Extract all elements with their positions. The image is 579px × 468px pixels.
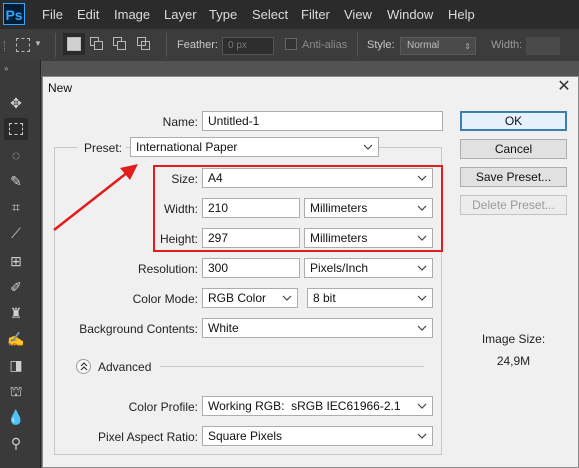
menu-help[interactable]: Help <box>448 7 475 22</box>
options-bar: ▼ Feather: 0 px Anti-alias Style: Normal… <box>0 28 579 61</box>
add-selection-icon[interactable] <box>90 37 104 51</box>
new-selection-icon <box>67 37 81 51</box>
close-icon[interactable]: ✕ <box>555 78 573 96</box>
marquee-tool-icon[interactable] <box>16 38 30 52</box>
tool-preset-dropdown-icon[interactable]: ▼ <box>34 39 42 48</box>
history-brush-tool-icon[interactable]: ✍ <box>4 328 28 350</box>
color-profile-value: Working RGB: sRGB IEC61966-2.1 <box>208 399 401 413</box>
antialias-label: Anti-alias <box>302 39 348 51</box>
width-input[interactable] <box>526 37 560 55</box>
eyedropper-tool-icon[interactable]: ⟋ <box>4 222 28 244</box>
resolution-label: Resolution: <box>137 262 198 276</box>
chevron-down-icon <box>417 295 427 301</box>
advanced-label: Advanced <box>98 360 152 374</box>
color-mode-label: Color Mode: <box>132 292 198 306</box>
rect-marquee-tool-icon[interactable] <box>4 118 28 140</box>
background-contents-select[interactable]: White <box>202 318 433 338</box>
feather-input[interactable]: 0 px <box>222 37 274 55</box>
menu-filter[interactable]: Filter <box>301 7 330 22</box>
bit-depth-value: 8 bit <box>313 291 336 305</box>
cancel-button[interactable]: Cancel <box>460 139 567 159</box>
image-size-value: 24,9M <box>496 354 531 368</box>
red-arrow-icon <box>53 164 138 231</box>
blur-tool-icon[interactable]: 💧 <box>4 406 28 428</box>
tools-panel: » ✥ ◌ ✎ ⌗ ⟋ ⊞ ✐ ♜ ✍ ◨ ⛫ 💧 ⚲ <box>0 60 41 468</box>
crop-tool-icon[interactable]: ⌗ <box>4 196 28 218</box>
antialias-checkbox[interactable] <box>285 38 297 50</box>
resolution-unit-value: Pixels/Inch <box>310 261 369 275</box>
width-label: Width: <box>491 39 523 51</box>
resolution-unit-select[interactable]: Pixels/Inch <box>304 258 433 278</box>
preset-select-value: International Paper <box>136 140 238 154</box>
chevron-down-icon <box>282 295 292 301</box>
quick-selection-tool-icon[interactable]: ✎ <box>4 170 28 192</box>
preset-select[interactable]: International Paper <box>130 137 379 157</box>
healing-brush-tool-icon[interactable]: ⊞ <box>4 250 28 272</box>
style-select-value: Normal <box>407 40 440 51</box>
color-mode-value: RGB Color <box>208 291 267 305</box>
save-preset-button[interactable]: Save Preset... <box>460 167 567 187</box>
ok-button[interactable]: OK <box>460 111 567 131</box>
menu-view[interactable]: View <box>344 7 372 22</box>
highlight-box <box>153 165 443 252</box>
eraser-tool-icon[interactable]: ◨ <box>4 354 28 376</box>
bit-depth-select[interactable]: 8 bit <box>307 288 433 308</box>
menu-file[interactable]: File <box>42 7 63 22</box>
divider <box>166 33 167 57</box>
menu-select[interactable]: Select <box>252 7 288 22</box>
chevron-down-icon <box>417 403 427 409</box>
resolution-input[interactable]: 300 <box>202 258 300 278</box>
lasso-tool-icon[interactable]: ◌ <box>4 144 28 166</box>
menu-edit[interactable]: Edit <box>77 7 99 22</box>
paint-bucket-tool-icon[interactable]: ⛫ <box>4 380 28 402</box>
collapse-panel-icon[interactable]: » <box>4 64 8 73</box>
photoshop-logo: Ps <box>3 3 25 25</box>
chevron-down-icon <box>363 144 373 150</box>
image-size-label: Image Size: <box>481 332 546 346</box>
divider <box>357 33 358 57</box>
menu-image[interactable]: Image <box>114 7 150 22</box>
style-select[interactable]: Normal ⇕ <box>400 37 476 55</box>
background-contents-value: White <box>208 321 239 335</box>
pixel-aspect-ratio-select[interactable]: Square Pixels <box>202 426 433 446</box>
name-label: Name: <box>162 115 198 129</box>
menu-layer[interactable]: Layer <box>164 7 197 22</box>
updown-icon: ⇕ <box>464 42 471 51</box>
menu-window[interactable]: Window <box>387 7 433 22</box>
pixel-aspect-ratio-value: Square Pixels <box>208 429 283 443</box>
dodge-tool-icon[interactable]: ⚲ <box>4 432 28 454</box>
chevron-up-double-icon <box>80 362 88 371</box>
new-selection-button[interactable] <box>63 33 85 55</box>
color-profile-label: Color Profile: <box>128 400 198 414</box>
subtract-selection-icon[interactable] <box>113 37 127 51</box>
preset-label: Preset: <box>84 141 123 155</box>
color-profile-select[interactable]: Working RGB: sRGB IEC61966-2.1 <box>202 396 433 416</box>
intersect-selection-icon[interactable] <box>137 37 151 51</box>
chevron-down-icon <box>417 433 427 439</box>
grip-icon <box>4 41 8 51</box>
brush-tool-icon[interactable]: ✐ <box>4 276 28 298</box>
dialog-title: New <box>48 81 73 95</box>
color-mode-select[interactable]: RGB Color <box>202 288 298 308</box>
delete-preset-button[interactable]: Delete Preset... <box>460 195 567 215</box>
move-tool-icon[interactable]: ✥ <box>4 92 28 114</box>
menu-type[interactable]: Type <box>209 7 237 22</box>
style-label: Style: <box>367 39 395 51</box>
menu-bar: Ps File Edit Image Layer Type Select Fil… <box>0 0 579 28</box>
pixel-aspect-ratio-label: Pixel Aspect Ratio: <box>97 430 198 444</box>
chevron-down-icon <box>417 265 427 271</box>
advanced-divider <box>160 366 424 367</box>
chevron-down-icon <box>417 325 427 331</box>
feather-label: Feather: <box>177 39 218 51</box>
name-input[interactable]: Untitled-1 <box>202 111 443 131</box>
background-contents-label: Background Contents: <box>79 322 198 336</box>
clone-stamp-tool-icon[interactable]: ♜ <box>4 302 28 324</box>
divider <box>55 33 56 57</box>
advanced-toggle[interactable] <box>76 359 91 374</box>
